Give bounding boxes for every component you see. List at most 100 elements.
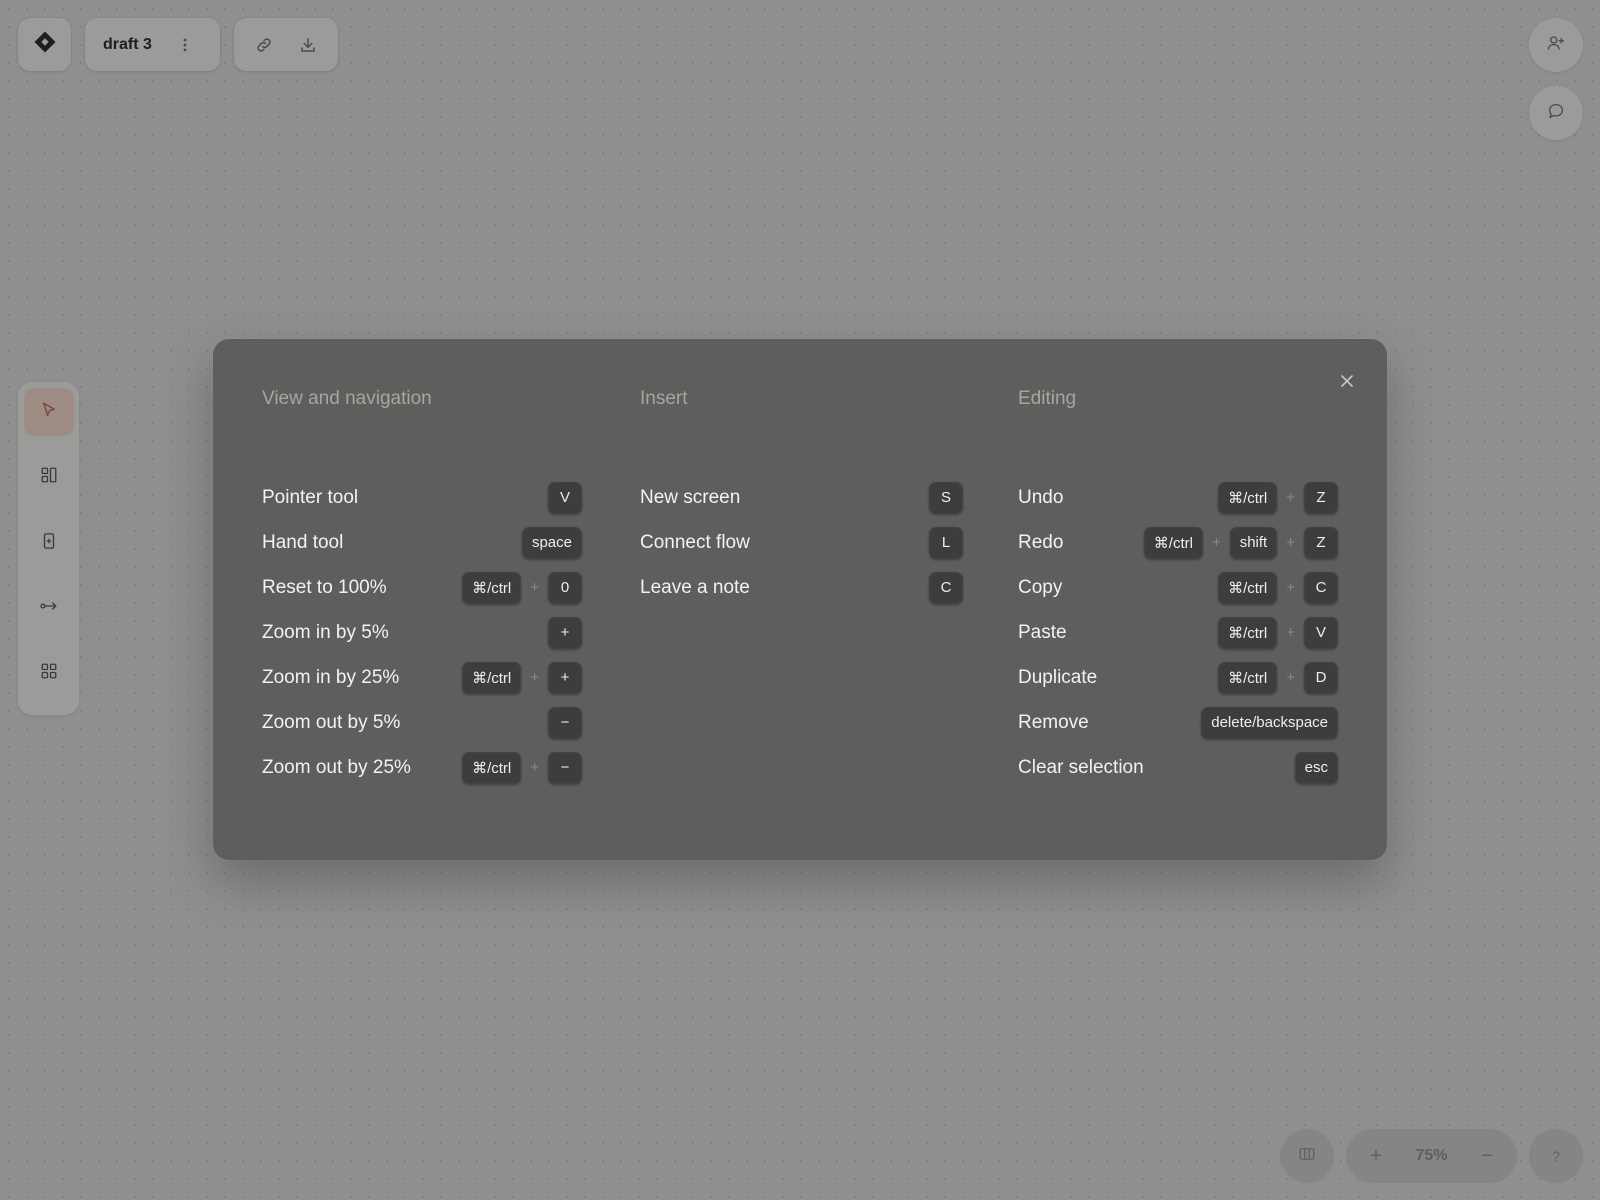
shortcut-keys: esc [1294,751,1338,784]
key-cap: shift [1229,526,1278,559]
shortcut-list: Pointer tool V Hand tool space Reset to 100%… [262,475,582,790]
zoom-out-button[interactable]: − [1475,1145,1499,1168]
components-tool-button[interactable] [24,650,74,698]
shortcut-label: Zoom in by 5% [262,621,389,643]
key-separator: + [1286,624,1295,641]
shortcut-row: Zoom out by 5% − [262,700,582,745]
key-cap: ⌘/ctrl [1218,616,1278,649]
key-cap: ⌘/ctrl [1143,526,1203,559]
shortcut-row: Zoom in by 5% + [262,610,582,655]
shortcut-row: Reset to 100% ⌘/ctrl +0 [262,565,582,610]
close-icon[interactable] [1335,369,1359,393]
zoom-in-button[interactable]: + [1364,1145,1388,1168]
shortcut-label: Leave a note [640,576,750,598]
shortcut-label: Duplicate [1018,666,1098,688]
key-separator: + [1211,534,1221,551]
key-cap: C [1304,571,1338,604]
home-logo-button[interactable] [18,18,71,71]
diamond-logo-icon [33,30,57,59]
shortcut-row: Duplicate ⌘/ctrl + D [1018,655,1338,700]
keyboard-shortcuts-dialog: View and navigation Pointer tool V Hand to… [213,339,1387,860]
key-cap: L [929,526,963,559]
panel-columns-icon [1298,1145,1316,1168]
invite-button[interactable] [1529,18,1583,72]
section-title: Insert [640,388,688,409]
shortcut-row: Zoom in by 25% ⌘/ctrl + + [262,655,582,700]
key-cap: S [929,481,963,514]
key-separator: + [1286,669,1295,686]
key-cap: D [1304,661,1338,694]
screen-tool-button[interactable] [24,519,74,567]
shortcut-row: Zoom out by 25% ⌘/ctrl + − [262,745,582,790]
grid-icon [40,662,58,685]
shortcut-row: New screen S [640,475,963,520]
key-separator: + [530,579,539,596]
key-separator: + [1286,534,1295,551]
document-name[interactable]: draft 3 [103,36,152,54]
shortcut-label: New screen [640,486,741,508]
key-cap: ⌘/ctrl [1218,481,1278,514]
shortcut-row: Copy ⌘/ctrl + C [1018,565,1338,610]
shortcut-label: Copy [1018,576,1063,598]
zoom-control: + 75% − [1346,1129,1517,1183]
shortcut-row: Leave a note C [640,565,963,610]
key-cap: V [548,481,582,514]
shortcut-row: Clear selection esc [1018,745,1338,790]
panel-toggle-button[interactable] [1280,1129,1334,1183]
shortcut-label: Zoom out by 25% [262,756,411,778]
shortcut-keys: C [929,571,963,604]
shortcut-row: Connect flow L [640,520,963,565]
shortcut-keys: ⌘/ctrl + shift + Z [1143,526,1338,559]
key-cap: Z [1304,526,1338,559]
key-cap: Z [1304,481,1338,514]
shortcut-list: New screen S Connect flow L Leave a note C [640,475,963,610]
shortcut-keys: ⌘/ctrl + C [1218,571,1338,604]
shortcut-label: Undo [1018,486,1064,508]
comments-button[interactable] [1529,86,1583,140]
shortcut-label: Zoom in by 25% [262,666,400,688]
shortcut-row: Hand tool space [262,520,582,565]
key-cap: ⌘/ctrl [1218,661,1278,694]
shortcut-row: Undo ⌘/ctrl + Z [1018,475,1338,520]
shortcut-keys: + [548,616,582,649]
zoom-level[interactable]: 75% [1415,1147,1447,1165]
key-cap: ⌘/ctrl [462,751,522,784]
user-plus-icon [1547,34,1565,57]
shortcut-label: Remove [1018,711,1089,733]
connect-flow-icon [39,597,59,620]
key-separator: + [1286,579,1295,596]
shortcut-list: Undo ⌘/ctrl + Z Redo ⌘/ctrl + shift + Z Copy ⌘/ctrl… [1018,475,1338,790]
shortcut-keys: ⌘/ctrl + + [462,661,582,694]
pointer-tool-button[interactable] [23,388,74,437]
shortcut-label: Hand tool [262,531,344,553]
shortcut-keys: ⌘/ctrl +0 [462,571,582,604]
insert-section: Insert New screen S Connect flow L Leave a n… [640,389,963,610]
shortcut-keys: V [548,481,582,514]
shortcut-keys: ⌘/ctrl + D [1218,661,1338,694]
key-cap: − [548,706,582,739]
shortcut-keys: S [929,481,963,514]
shortcut-label: Zoom out by 5% [262,711,401,733]
document-menu: draft 3 [85,18,220,71]
editing-section: Editing Undo ⌘/ctrl + Z Redo ⌘/ctrl + shift + Z Co… [1018,389,1338,790]
help-button[interactable]: ? [1529,1129,1583,1183]
shortcut-label: Reset to 100% [262,576,387,598]
key-separator: + [1286,489,1295,506]
shortcut-row: Paste ⌘/ctrl + V [1018,610,1338,655]
key-cap: ⌘/ctrl [462,661,522,694]
key-separator: + [530,759,539,776]
shortcut-label: Connect flow [640,531,750,553]
layout-tool-button[interactable] [24,453,74,501]
key-separator: + [530,669,539,686]
key-cap: ⌘/ctrl [462,571,522,604]
shortcut-label: Redo [1018,531,1064,553]
tool-rail [18,382,79,715]
document-actions [234,18,338,71]
shortcut-row: Redo ⌘/ctrl + shift + Z [1018,520,1338,565]
more-vertical-icon[interactable] [168,28,202,62]
key-cap: − [548,751,582,784]
link-icon[interactable] [247,28,281,62]
connect-tool-button[interactable] [24,584,74,632]
download-icon[interactable] [291,28,325,62]
shortcut-row: Pointer tool V [262,475,582,520]
